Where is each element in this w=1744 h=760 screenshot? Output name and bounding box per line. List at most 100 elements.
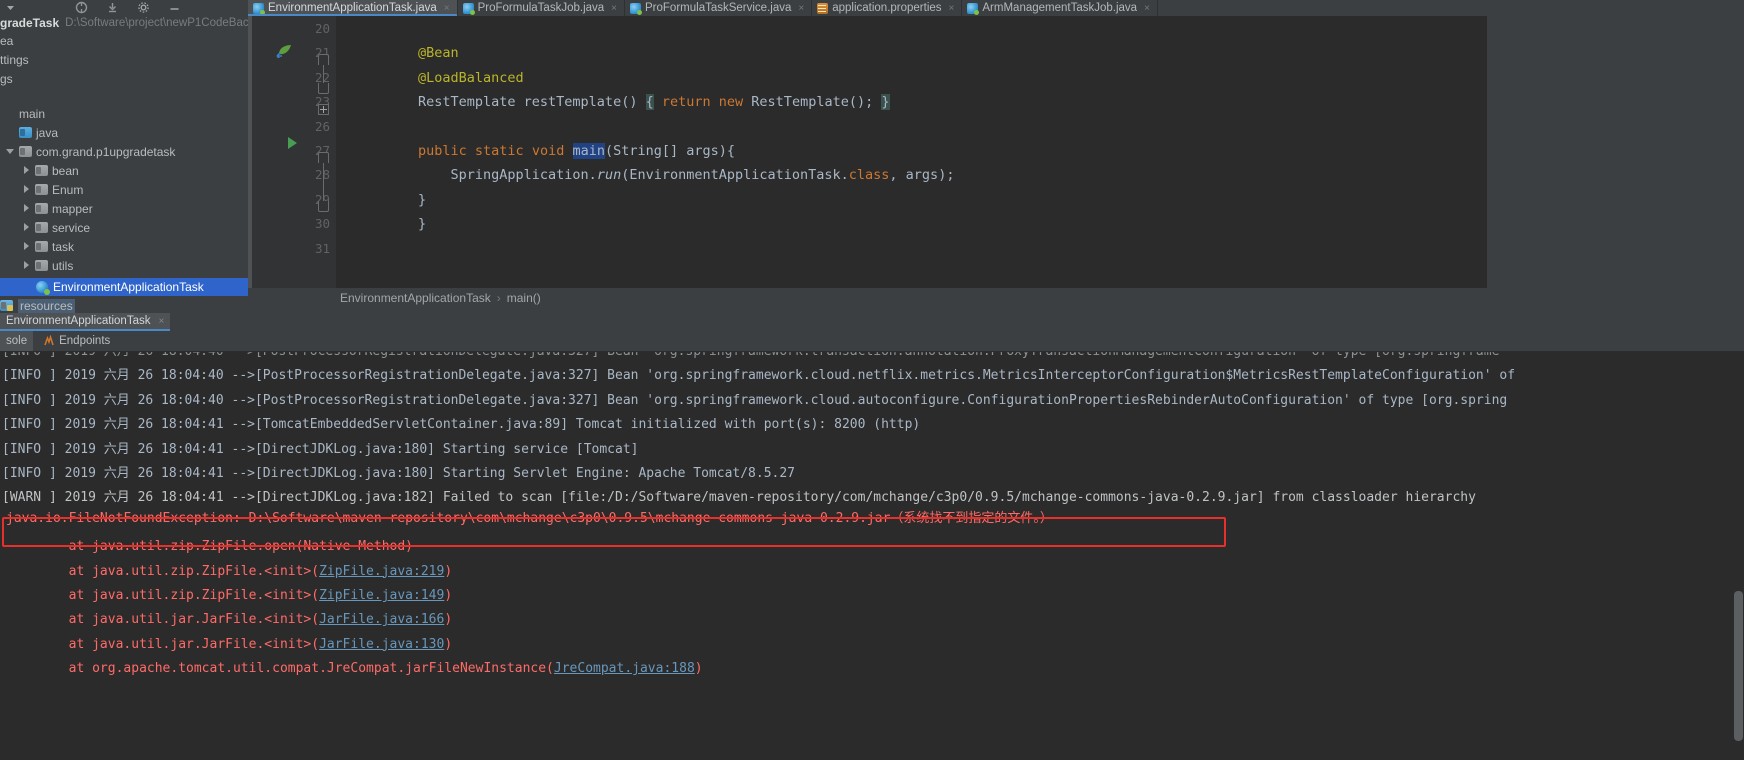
resources-folder-icon [0,300,13,311]
stack-source-link[interactable]: ZipFile.java:219 [319,564,444,579]
console-stack-line: at java.util.zip.ZipFile.<init>(ZipFile.… [6,564,453,579]
fold-marker-collapse-21[interactable] [318,54,329,65]
console-stack-line: at java.util.zip.ZipFile.open(Native Met… [6,540,413,553]
package-folder-icon [35,260,48,271]
close-icon[interactable]: × [158,316,164,327]
stack-source-link[interactable]: JarFile.java:166 [319,612,444,627]
code-line-28[interactable]: SpringApplication.run(EnvironmentApplica… [418,167,955,184]
fold-marker-expand-23[interactable] [318,104,329,115]
scrollbar-thumb[interactable] [1734,591,1743,741]
console-tab-label: Endpoints [59,335,111,347]
tree-row-utils[interactable]: utils [0,256,248,275]
console-tab-sole[interactable]: sole [0,331,34,351]
spring-bean-icon[interactable] [276,44,292,60]
editor-tab-1[interactable]: ProFormulaTaskJob.java × [458,0,626,16]
tree-row-bean[interactable]: bean [0,161,248,180]
chevron-right-icon[interactable] [22,166,31,175]
run-gutter-icon[interactable] [288,137,297,149]
tree-row-enum[interactable]: Enum [0,180,248,199]
chevron-down-icon[interactable] [4,1,17,14]
close-icon[interactable]: × [444,3,450,14]
fold-marker-end-22[interactable] [318,83,329,94]
fold-marker-collapse-27[interactable] [318,152,329,163]
tree-row-clipped-1[interactable]: ea [0,31,248,50]
code-line-22[interactable]: @LoadBalanced [418,71,524,86]
stack-text: ) [694,661,703,677]
tree-label: java [36,125,59,140]
editor-tab-0[interactable]: EnvironmentApplicationTask.java × [248,0,458,16]
properties-file-icon [817,2,829,14]
editor-tab-4[interactable]: ArmManagementTaskJob.java × [962,0,1158,16]
package-folder-icon [35,203,48,214]
tree-row-com-grand-p1upgradetask[interactable]: com.grand.p1upgradetask [0,142,248,161]
minimize-icon[interactable] [168,1,181,14]
console-tab-label: sole [6,335,28,347]
editor-tab-label: ProFormulaTaskJob.java [477,2,605,14]
java-class-icon [967,2,980,15]
code-editor[interactable]: 20212223262728293031 @Bean@LoadBalancedR… [248,16,1744,288]
tree-label: ea [0,33,14,48]
code-line-21[interactable]: @Bean [418,47,459,61]
tree-label: mapper [52,201,93,216]
tree-row-java[interactable]: java [0,123,248,142]
fold-marker-end-29[interactable] [318,201,329,212]
tree-label: ttings [0,52,29,67]
package-folder-icon [19,146,32,157]
tree-row-resources[interactable]: resources [0,297,248,314]
breadcrumb-item-0[interactable]: EnvironmentApplicationTask [340,291,491,305]
breadcrumb[interactable]: EnvironmentApplicationTask › main() [248,288,1744,308]
sync-icon[interactable] [75,1,88,14]
close-icon[interactable]: × [949,3,955,14]
run-tab-environmentapplicationtask[interactable]: EnvironmentApplicationTask × [0,313,171,331]
close-icon[interactable]: × [798,3,804,14]
stack-source-link[interactable]: ZipFile.java:149 [319,588,444,603]
tree-row-clipped-2[interactable]: ttings [0,50,248,69]
code-token: RestTemplate() [743,94,866,111]
tree-row-selected-environmentapplicationtask[interactable]: EnvironmentApplicationTask [0,278,248,296]
stack-source-link[interactable]: JreCompat.java:188 [554,661,695,676]
chevron-right-icon[interactable] [22,185,31,194]
package-folder-icon [35,222,48,233]
gear-icon[interactable] [137,1,150,14]
chevron-right-icon[interactable] [22,223,31,232]
line-number: 20 [314,21,330,36]
editor-tab-3[interactable]: application.properties × [812,0,963,16]
close-icon[interactable]: × [611,3,617,14]
console-log-line: [WARN ] 2019 六月 26 18:04:41 -->[DirectJD… [2,490,1476,506]
console-stack-line: at java.util.zip.ZipFile.<init>(ZipFile.… [6,588,453,603]
tree-row-main[interactable]: main [0,104,248,123]
breadcrumb-item-1[interactable]: main() [507,291,541,305]
code-line-23[interactable]: RestTemplate restTemplate() { return new… [418,94,890,111]
code-line-30[interactable]: } [418,217,426,232]
fold-line [323,65,324,83]
editor-tab-2[interactable]: ProFormulaTaskService.java × [625,0,813,16]
tree-row-clipped-3[interactable]: gs [0,69,248,88]
toolbar-strip [0,0,248,14]
tree-row-mapper[interactable]: mapper [0,199,248,218]
stack-source-link[interactable]: JarFile.java:130 [319,637,444,652]
chevron-right-icon[interactable] [22,242,31,251]
code-token: , args); [889,167,955,184]
chevron-right-icon[interactable] [22,204,31,213]
run-tab-label: EnvironmentApplicationTask [6,315,151,327]
close-icon[interactable]: × [1144,3,1150,14]
chevron-down-icon[interactable] [6,147,15,156]
chevron-right-icon[interactable] [22,261,31,270]
download-icon[interactable] [106,1,119,14]
code-line-27[interactable]: public static void main(String[] args){ [418,143,735,159]
project-root-row[interactable]: gradeTask D:\Software\project\newP1CodeB… [0,14,248,31]
tree-label: EnvironmentApplicationTask [53,280,204,294]
code-token: RestTemplate restTemplate() [418,94,646,111]
console-scrollbar[interactable] [1733,351,1744,760]
run-console[interactable]: [INFO ] 2019 六月 26 18:04:40 -->[PostProc… [0,351,1744,760]
tree-label: Enum [52,182,84,197]
code-line-29[interactable]: } [418,193,426,208]
console-tab-endpoints[interactable]: Endpoints [37,331,116,351]
tree-row-service[interactable]: service [0,218,248,237]
tree-row-task[interactable]: task [0,237,248,256]
editor-tab-bar: EnvironmentApplicationTask.java × ProFormu… [248,0,1744,16]
